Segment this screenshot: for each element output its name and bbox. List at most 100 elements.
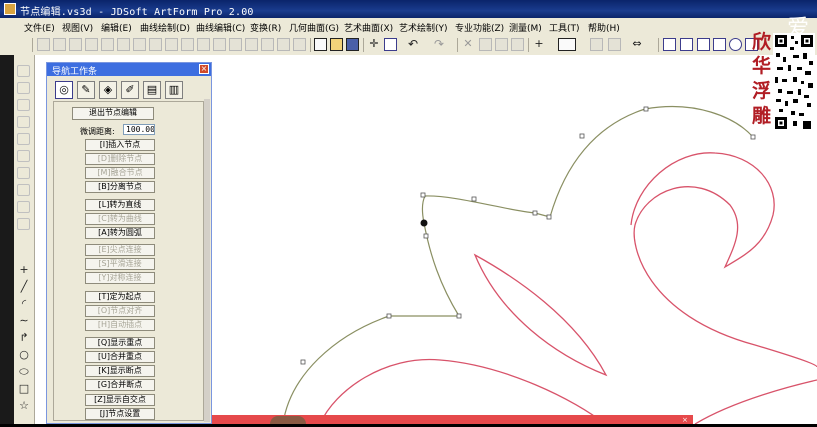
dim-tool-button[interactable] (133, 38, 146, 51)
tab-node-edit[interactable]: ◎ (55, 81, 73, 99)
curve-tool-icon[interactable]: ∼ (17, 314, 31, 328)
rectangle-tool-icon[interactable]: □ (17, 382, 31, 396)
dim-draw-tool[interactable] (17, 184, 30, 196)
align-nodes-button[interactable]: [O]节点对齐 (85, 305, 155, 317)
dim-tool-button[interactable] (165, 38, 178, 51)
crosshair-snap-icon[interactable]: + (532, 37, 546, 51)
select-box-icon[interactable] (384, 38, 397, 51)
polyline-tool-icon[interactable]: ↱ (17, 331, 31, 345)
set-start-button[interactable]: [T]定为起点 (85, 291, 155, 303)
tab-document[interactable]: ▤ (143, 81, 161, 99)
circle-tool-icon[interactable] (729, 38, 742, 51)
cusp-join-button[interactable]: [E]尖点连接 (85, 244, 155, 256)
merge-break-button[interactable]: [G]合并断点 (85, 379, 155, 391)
insert-node-button[interactable]: [I]插入节点 (85, 139, 155, 151)
dim-tool-button[interactable] (245, 38, 258, 51)
menu-art-draw[interactable]: 艺术绘制(Y) (399, 21, 448, 34)
menu-edit[interactable]: 编辑(E) (101, 21, 132, 34)
undo-icon[interactable]: ↶ (406, 37, 420, 51)
shield-icon[interactable] (590, 38, 603, 51)
symmetric-join-button[interactable]: [Y]对称连接 (85, 272, 155, 284)
dim-tool-button[interactable] (229, 38, 242, 51)
menu-view[interactable]: 视图(V) (62, 21, 93, 34)
dim-draw-tool[interactable] (17, 82, 30, 94)
menu-curve-edit[interactable]: 曲线编辑(C) (196, 21, 245, 34)
cut-icon[interactable]: ✕ (461, 37, 475, 51)
dim-tool-button[interactable] (213, 38, 226, 51)
dim-tool-button[interactable] (197, 38, 210, 51)
dim-draw-tool[interactable] (17, 150, 30, 162)
ellipse-tool-icon[interactable]: ⬭ (17, 365, 31, 379)
node-settings-button[interactable]: [J]节点设置 (85, 408, 155, 420)
menu-curve-draw[interactable]: 曲线绘制(D) (140, 21, 190, 34)
split-node-button[interactable]: [B]分离节点 (85, 181, 155, 193)
show-duplicate-button[interactable]: [Q]显示重点 (85, 337, 155, 349)
merge-node-button[interactable]: [M]融合节点 (85, 167, 155, 179)
dim-draw-tool[interactable] (17, 65, 30, 77)
menu-art-surface[interactable]: 艺术曲面(X) (344, 21, 393, 34)
copy-icon[interactable] (479, 38, 492, 51)
menu-transform[interactable]: 变换(R) (250, 21, 281, 34)
dim-tool-button[interactable] (117, 38, 130, 51)
dim-tool-button[interactable] (101, 38, 114, 51)
to-line-button[interactable]: [L]转为直线 (85, 199, 155, 211)
to-arc-button[interactable]: [A]转为圆弧 (85, 227, 155, 239)
circle-tool-icon[interactable]: ○ (17, 348, 31, 362)
panel-scrollbar[interactable] (204, 99, 210, 422)
delete-node-button[interactable]: [D]删除节点 (85, 153, 155, 165)
cross-tool-icon[interactable] (713, 38, 726, 51)
dim-tool-button[interactable] (293, 38, 306, 51)
menu-geometric-surface[interactable]: 几何曲面(G) (289, 21, 339, 34)
angle-tool-icon[interactable] (680, 38, 693, 51)
show-self-intersect-button[interactable]: [Z]显示自交点 (85, 394, 155, 406)
dim-draw-tool[interactable] (17, 99, 30, 111)
save-icon[interactable] (346, 38, 359, 51)
menu-file[interactable]: 文件(E) (24, 21, 55, 34)
paste-icon[interactable] (511, 38, 524, 51)
dim-tool-button[interactable] (181, 38, 194, 51)
menu-measure[interactable]: 测量(M) (509, 21, 542, 34)
tab-brush[interactable]: ✎ (77, 81, 95, 99)
distance-input[interactable]: 100.000 (123, 124, 155, 135)
arrows-icon[interactable]: ⇔ (630, 37, 644, 51)
dim-tool-button[interactable] (69, 38, 82, 51)
view-mode-dropdown[interactable] (558, 38, 576, 51)
dim-tool-button[interactable] (261, 38, 274, 51)
exit-node-edit-button[interactable]: 退出节点编辑 (72, 107, 154, 120)
copy-icon[interactable] (495, 38, 508, 51)
dim-tool-button[interactable] (37, 38, 50, 51)
show-break-button[interactable]: [K]显示断点 (85, 365, 155, 377)
close-icon[interactable]: × (199, 64, 209, 74)
to-curve-button[interactable]: [C]转为曲线 (85, 213, 155, 225)
new-file-icon[interactable] (314, 38, 327, 51)
dim-draw-tool[interactable] (17, 167, 30, 179)
dim-draw-tool[interactable] (17, 133, 30, 145)
dim-tool-button[interactable] (277, 38, 290, 51)
dim-tool-button[interactable] (85, 38, 98, 51)
auto-insert-button[interactable]: [H]自动插点 (85, 319, 155, 331)
dim-tool-button[interactable] (608, 38, 621, 51)
trim-tool-icon[interactable] (697, 38, 710, 51)
star-tool-icon[interactable]: ☆ (17, 399, 31, 413)
dim-draw-tool[interactable] (17, 116, 30, 128)
tab-properties[interactable]: ▥ (165, 81, 183, 99)
dim-draw-tool[interactable] (17, 201, 30, 213)
arc-tool-icon[interactable]: ◜ (17, 297, 31, 311)
open-folder-icon[interactable] (330, 38, 343, 51)
line-tool-icon[interactable]: ╱ (17, 280, 31, 294)
smooth-join-button[interactable]: [S]平滑连接 (85, 258, 155, 270)
dim-draw-tool[interactable] (17, 218, 30, 230)
redo-icon[interactable]: ↷ (432, 37, 446, 51)
crosshair-icon[interactable]: ✛ (367, 37, 381, 51)
menu-help[interactable]: 帮助(H) (588, 21, 620, 34)
tab-layers[interactable]: ◈ (99, 81, 117, 99)
dim-tool-button[interactable] (53, 38, 66, 51)
close-icon[interactable]: × (682, 416, 690, 424)
menu-professional[interactable]: 专业功能(Z) (455, 21, 504, 34)
point-tool-icon[interactable]: + (17, 263, 31, 277)
dim-tool-button[interactable] (149, 38, 162, 51)
line-tool-icon[interactable] (663, 38, 676, 51)
merge-duplicate-button[interactable]: [U]合并重点 (85, 351, 155, 363)
tab-tools[interactable]: ✐ (121, 81, 139, 99)
menu-tools[interactable]: 工具(T) (549, 21, 580, 34)
